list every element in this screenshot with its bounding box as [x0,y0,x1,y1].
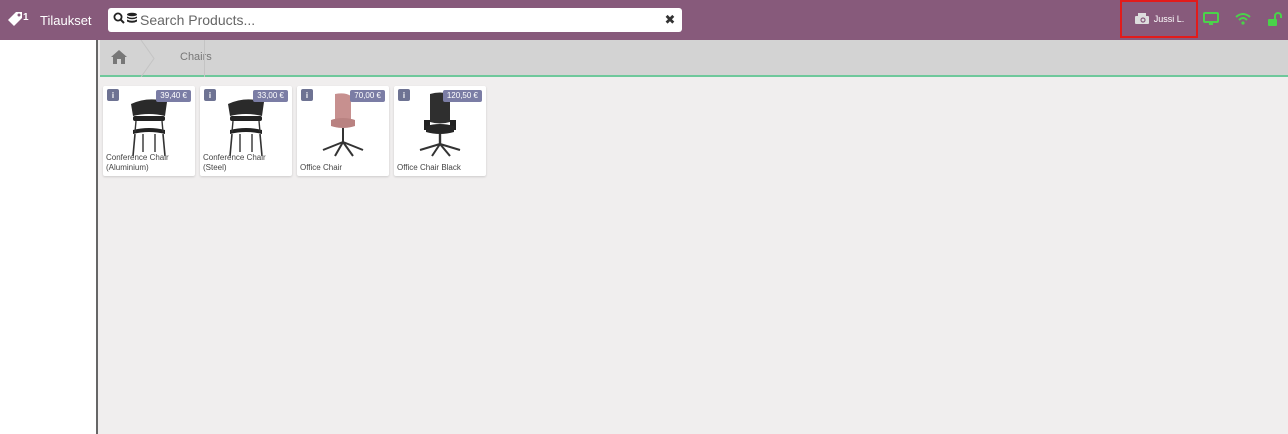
search-icon [113,11,125,29]
product-card[interactable]: i 120,50 € Office Chair Black [394,86,486,176]
info-icon[interactable]: i [398,89,410,101]
price-badge: 120,50 € [442,90,482,102]
info-icon[interactable]: i [301,89,313,101]
order-pane [0,40,98,434]
search-input[interactable] [140,9,658,31]
breadcrumb-separator [140,39,156,82]
monitor-icon[interactable] [1203,11,1219,32]
top-bar: 1 Tilaukset ✖ Jussi L. [0,0,1288,40]
price-badge: 39,40 € [156,90,191,102]
product-name: Office Chair Black [397,163,461,172]
breadcrumb-category[interactable]: Chairs [180,51,212,63]
product-name: Conference Chair (Aluminium) [106,153,169,172]
breadcrumb-separator [204,40,205,77]
product-name: Conference Chair (Steel) [203,153,266,172]
orders-count-badge: 1 [23,12,29,23]
tag-icon: 1 [6,10,29,30]
info-icon[interactable]: i [204,89,216,101]
home-icon[interactable] [110,49,128,70]
database-icon [126,11,138,29]
wifi-icon[interactable] [1235,11,1251,32]
product-card[interactable]: i 70,00 € Office Chair [297,86,389,176]
orders-label: Tilaukset [40,12,92,28]
cashier-name: Jussi L. [1153,14,1185,24]
product-card[interactable]: i 39,40 € Conference Chair (Aluminium) [103,86,195,176]
cashier-button[interactable]: Jussi L. [1120,0,1198,38]
price-badge: 33,00 € [253,90,288,102]
price-badge: 70,00 € [350,90,385,102]
product-card[interactable]: i 33,00 € Conference Chair (Steel) [200,86,292,176]
product-name: Office Chair [300,163,343,172]
info-icon[interactable]: i [107,89,119,101]
unlock-icon[interactable] [1266,11,1282,32]
clear-search-icon[interactable]: ✖ [658,8,682,32]
search-bar: ✖ [108,8,682,32]
breadcrumb: Chairs [100,39,1288,78]
orders-button[interactable]: 1 Tilaukset [6,6,92,34]
cashier-icon [1134,12,1150,26]
